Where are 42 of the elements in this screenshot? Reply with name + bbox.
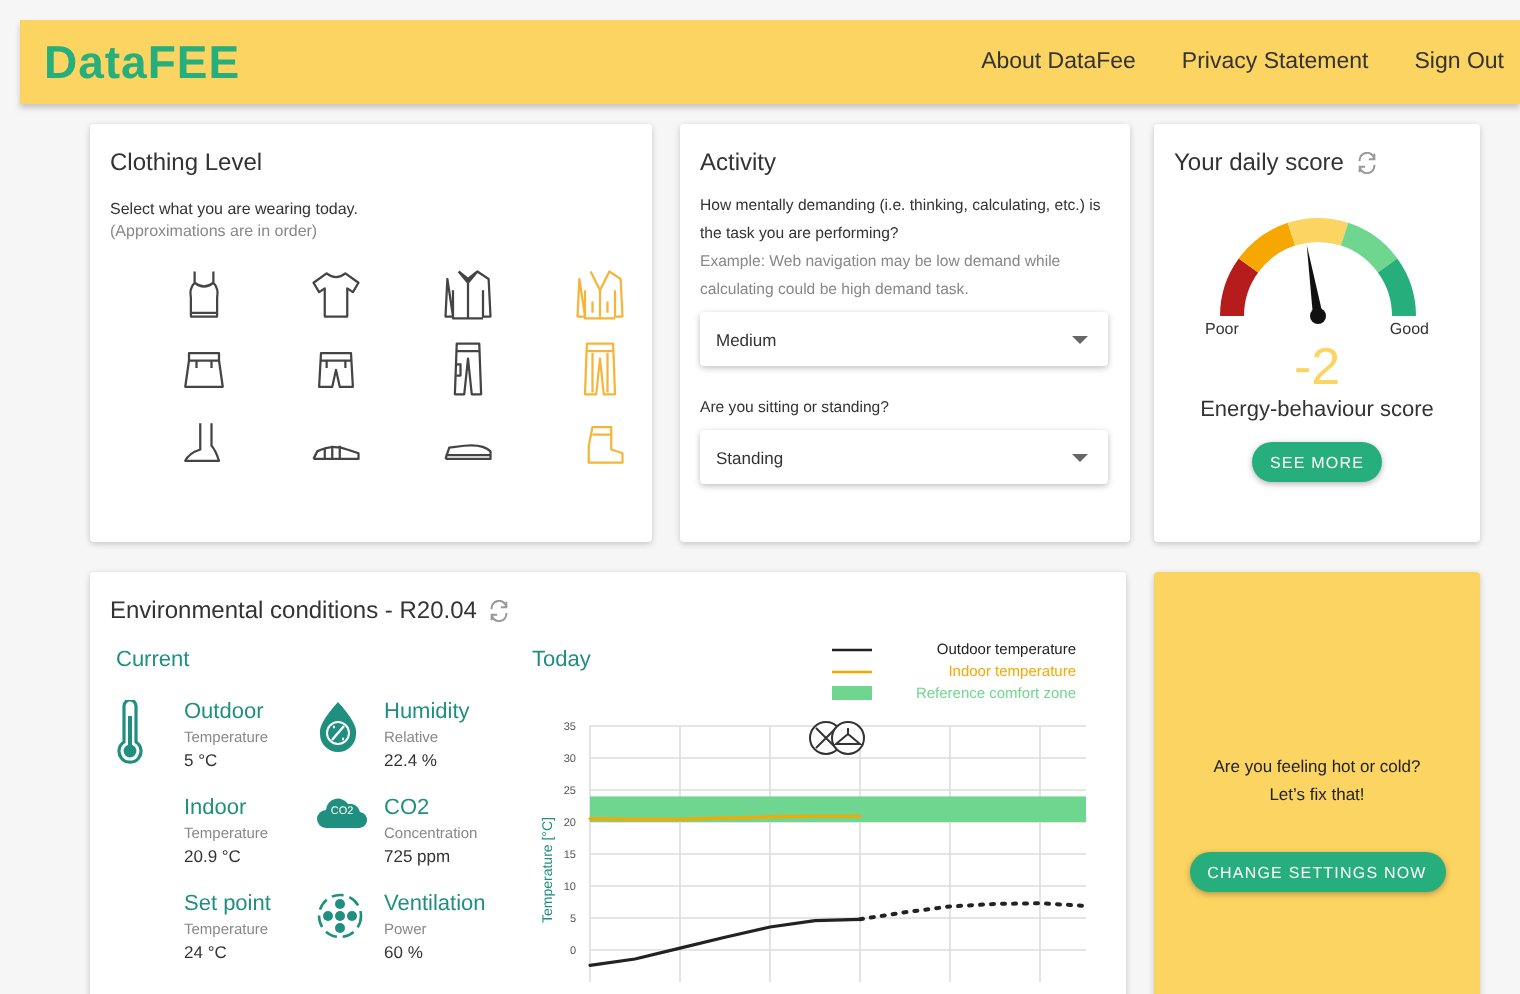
feedback-text: Are you feeling hot or cold? <box>1213 754 1421 780</box>
card-title: Your daily score <box>1174 148 1344 176</box>
section-title: Today <box>532 648 591 676</box>
metric-value: 60 % <box>384 940 425 966</box>
posture-select[interactable]: Standing <box>700 430 1108 484</box>
metric-name: CO2 <box>384 796 432 822</box>
gauge-label: Poor <box>1205 320 1239 338</box>
metric-value: 22.4 % <box>384 748 439 774</box>
metric-value: 725 ppm <box>384 844 453 870</box>
nav-link[interactable]: Privacy Statement <box>1181 50 1369 74</box>
demand-select[interactable]: Medium <box>700 312 1108 366</box>
metric-name: Ventilation <box>384 892 486 918</box>
nav-link[interactable]: Sign Out <box>1414 50 1504 74</box>
gauge-label: Good <box>1389 320 1429 338</box>
metric-value: 5 °C <box>184 748 220 774</box>
score-value: -2 <box>1293 338 1341 394</box>
card-title: Environmental conditions - R20.04 <box>110 596 477 624</box>
gauge-hub <box>1309 308 1325 324</box>
nav-link[interactable]: About DataFee <box>981 50 1136 74</box>
caret-icon <box>1072 335 1088 343</box>
caret-icon <box>1072 453 1088 461</box>
metric-name: Outdoor <box>184 700 266 726</box>
score-caption: Energy-behaviour score <box>1200 398 1434 422</box>
refresh-icon[interactable] <box>1355 151 1378 173</box>
metric-name: Humidity <box>384 700 470 726</box>
metric-value: 20.9 °C <box>184 844 243 870</box>
card-title: Clothing Level <box>110 148 265 176</box>
legend-swatch-icon <box>832 686 872 700</box>
thermometer-icon <box>116 700 144 764</box>
feedback-text: Let’s fix that! <box>1269 782 1365 808</box>
hint-text: (Approximations are in order) <box>110 222 320 240</box>
legend-line-icon <box>832 645 872 653</box>
section-title: Current <box>116 648 192 672</box>
metric-name: Set point <box>184 892 271 918</box>
instruction-text: Select what you are wearing today. <box>110 200 360 218</box>
refresh-icon[interactable] <box>488 599 511 621</box>
metric-name: Indoor <box>184 796 249 822</box>
humidity-drop-icon <box>316 700 360 752</box>
card-title: Activity <box>700 148 779 176</box>
metric-value: 24 °C <box>184 940 229 966</box>
ventilation-icon <box>316 892 364 940</box>
legend-line-icon <box>832 667 872 675</box>
